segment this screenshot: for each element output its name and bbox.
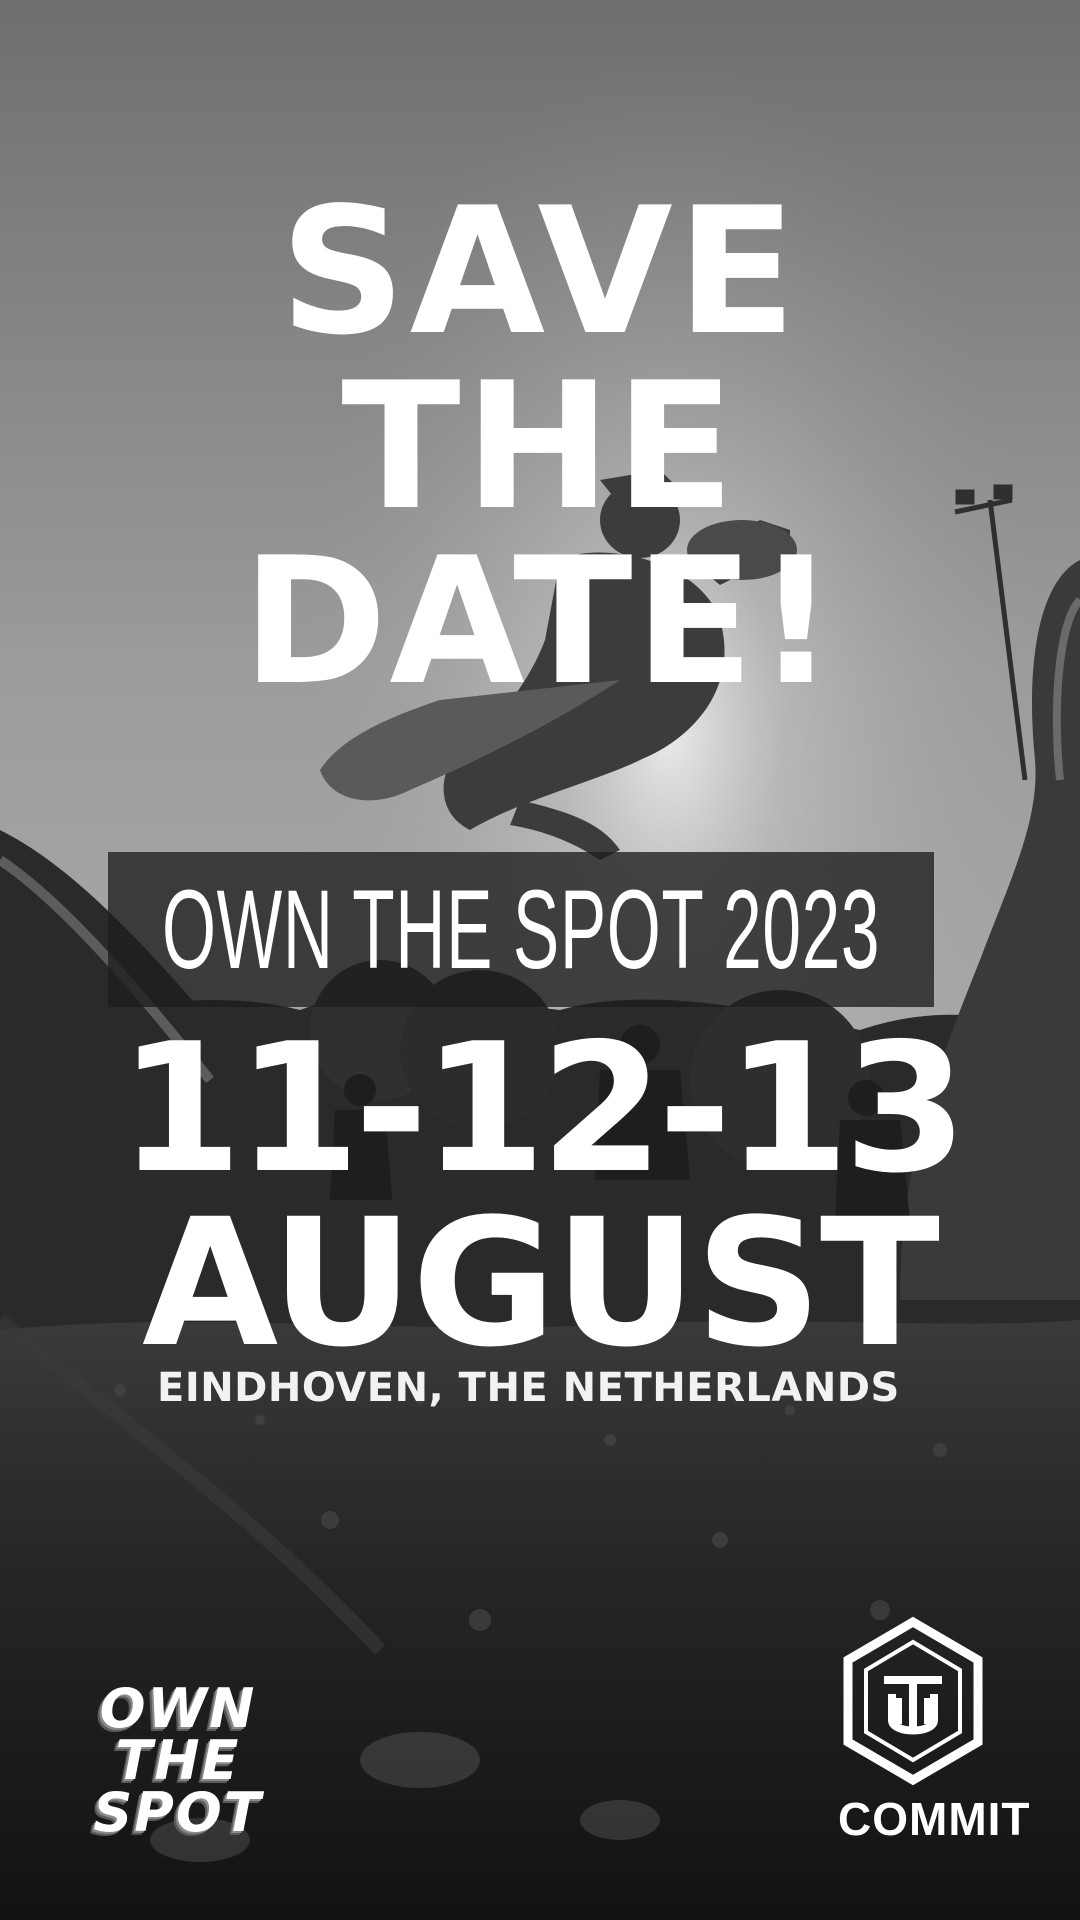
event-dates: 11-12-13	[118, 1005, 968, 1212]
headline-the: THE	[341, 346, 739, 549]
own-the-spot-logo: OWN THE SPOT	[66, 1682, 290, 1844]
headline-save: SAVE	[279, 171, 801, 374]
event-month: AUGUST	[142, 1181, 940, 1386]
logo-word-the: THE	[115, 1729, 241, 1792]
logo-word-own: OWN	[99, 1677, 257, 1740]
headline-date: DATE!	[242, 521, 838, 724]
save-the-date-poster: SAVE THE DATE! OWN THE SPOT 2023 11-12-1…	[0, 0, 1080, 1920]
event-location: EINDHOVEN, THE NETHERLANDS	[157, 1365, 900, 1411]
commit-logo: COMMIT	[838, 1616, 1031, 1846]
logo-word-spot: SPOT	[93, 1781, 263, 1844]
event-name-banner: OWN THE SPOT 2023	[108, 852, 934, 1007]
hexagon-monogram-icon	[843, 1616, 983, 1786]
commit-wordmark: COMMIT	[838, 1793, 1031, 1845]
event-name: OWN THE SPOT 2023	[161, 867, 881, 992]
